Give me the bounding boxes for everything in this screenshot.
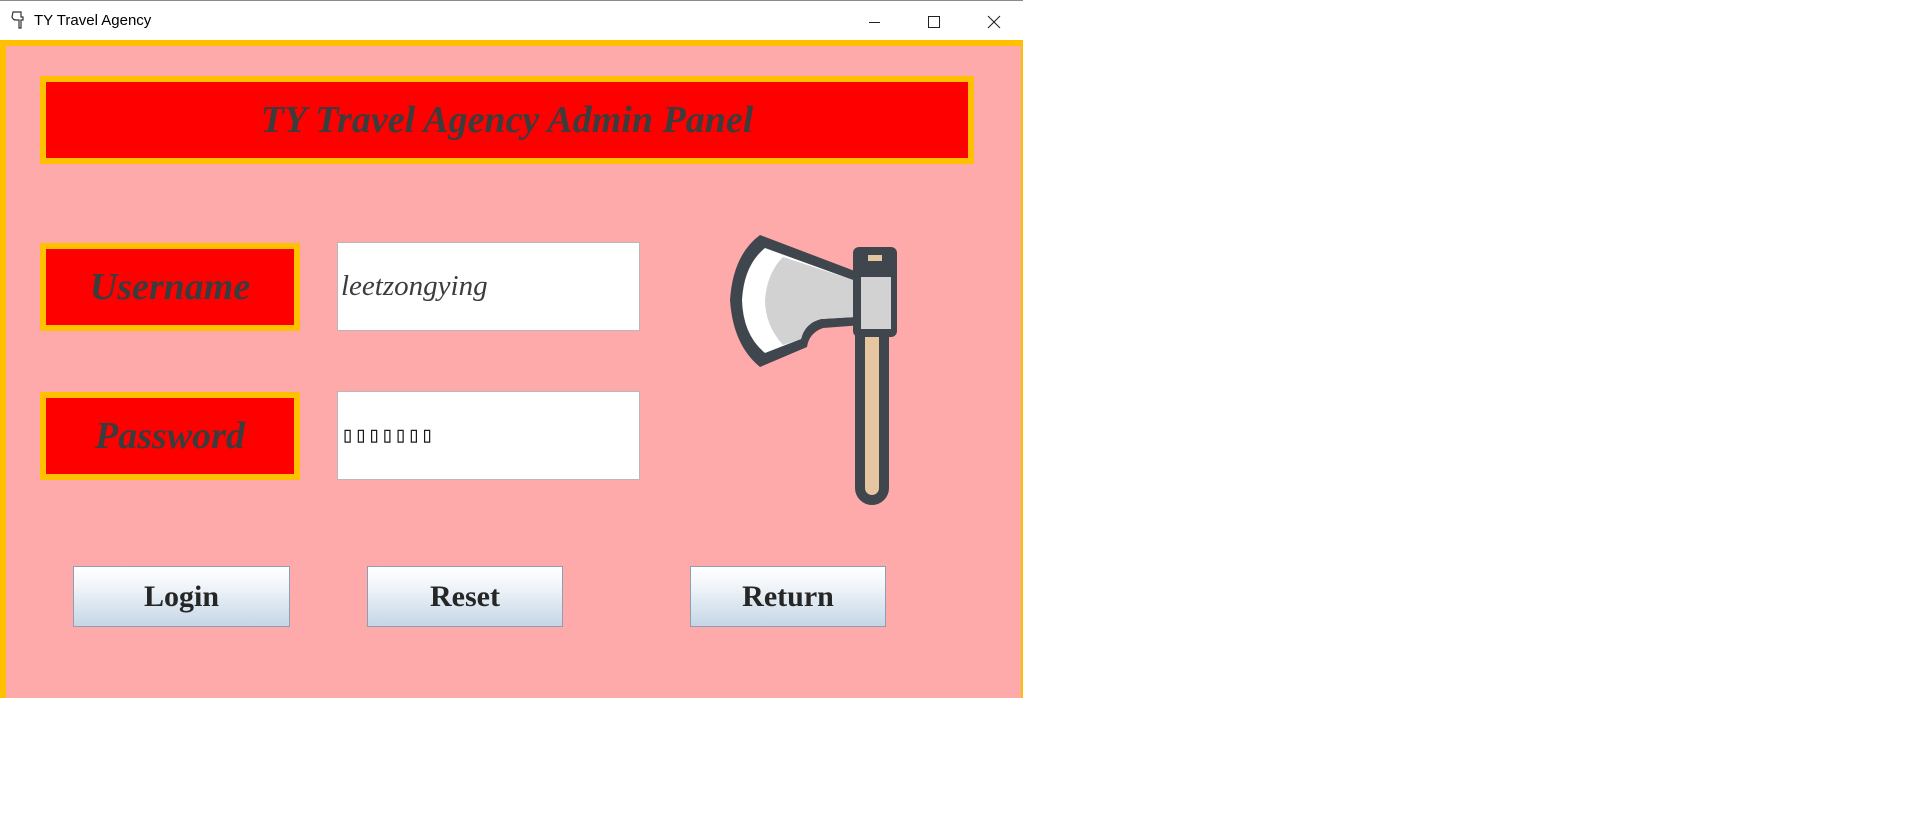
return-button[interactable]: Return xyxy=(690,566,886,627)
login-button[interactable]: Login xyxy=(73,566,290,627)
app-icon xyxy=(10,11,26,29)
login-window: TY Travel Agency TY Travel Agency Admin … xyxy=(0,0,1023,698)
minimize-icon xyxy=(869,22,880,23)
password-input[interactable]: ▯▯▯▯▯▯▯ xyxy=(337,391,640,480)
window-title: TY Travel Agency xyxy=(34,12,152,29)
close-icon xyxy=(987,15,1001,29)
username-label: Username xyxy=(40,243,300,331)
close-button[interactable] xyxy=(965,2,1023,40)
username-input[interactable]: leetzongying xyxy=(337,242,640,331)
maximize-icon xyxy=(928,16,940,28)
minimize-button[interactable] xyxy=(846,2,904,40)
title-bar[interactable]: TY Travel Agency xyxy=(0,1,1023,40)
maximize-button[interactable] xyxy=(905,2,963,40)
axe-icon xyxy=(725,225,915,510)
reset-button[interactable]: Reset xyxy=(367,566,563,627)
page-title: TY Travel Agency Admin Panel xyxy=(40,76,974,164)
password-label: Password xyxy=(40,392,300,480)
